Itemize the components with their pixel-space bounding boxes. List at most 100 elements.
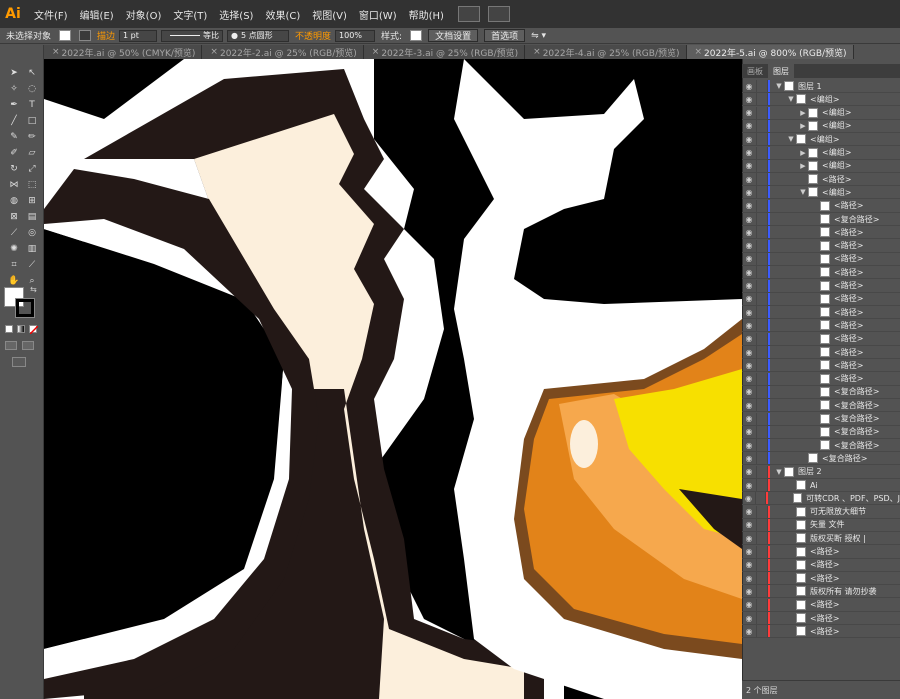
lock-toggle[interactable] xyxy=(756,505,768,518)
canvas-artboard[interactable] xyxy=(44,59,742,699)
layer-row[interactable]: ◉ ▼ <编组> xyxy=(742,93,900,107)
lock-toggle[interactable] xyxy=(756,558,768,571)
lock-toggle[interactable] xyxy=(756,572,768,585)
layer-row[interactable]: ◉ ▶ <编组> xyxy=(742,146,900,160)
visibility-eye-icon[interactable]: ◉ xyxy=(742,108,756,117)
layer-row[interactable]: ◉ <复合路径> xyxy=(742,412,900,426)
lock-toggle[interactable] xyxy=(756,239,768,252)
visibility-eye-icon[interactable]: ◉ xyxy=(742,427,756,436)
layer-row[interactable]: ◉ 版权所有 请勿抄袭 xyxy=(742,585,900,599)
change-screen-mode-icon[interactable] xyxy=(12,357,26,367)
rectangle-tool-icon[interactable]: □ xyxy=(24,115,40,127)
visibility-eye-icon[interactable]: ◉ xyxy=(742,121,756,130)
lasso-tool-icon[interactable]: ◌ xyxy=(24,83,40,95)
menu-select[interactable]: 选择(S) xyxy=(213,7,259,22)
lock-toggle[interactable] xyxy=(756,612,768,624)
visibility-eye-icon[interactable]: ◉ xyxy=(742,627,756,636)
menu-effect[interactable]: 效果(C) xyxy=(259,7,306,22)
visibility-eye-icon[interactable]: ◉ xyxy=(742,254,756,263)
blob-brush-tool-icon[interactable]: ✐ xyxy=(6,147,22,159)
layer-row[interactable]: ◉ <复合路径> xyxy=(742,439,900,453)
visibility-eye-icon[interactable]: ◉ xyxy=(742,241,756,250)
visibility-eye-icon[interactable]: ◉ xyxy=(742,374,756,383)
layer-row[interactable]: ◉ 可无限放大细节 xyxy=(742,505,900,519)
visibility-eye-icon[interactable]: ◉ xyxy=(742,175,756,184)
lock-toggle[interactable] xyxy=(756,266,768,279)
lock-toggle[interactable] xyxy=(756,359,768,372)
slice-tool-icon[interactable]: ⟋ xyxy=(24,259,40,271)
menu-type[interactable]: 文字(T) xyxy=(167,7,213,22)
paintbrush-tool-icon[interactable]: ✎ xyxy=(6,131,22,143)
lock-toggle[interactable] xyxy=(756,518,768,531)
free-transform-tool-icon[interactable]: ⬚ xyxy=(24,179,40,191)
layer-row[interactable]: ◉ <路径> xyxy=(742,279,900,293)
stroke-color-swatch[interactable] xyxy=(15,298,35,318)
scale-tool-icon[interactable]: ⤢ xyxy=(24,163,40,175)
eyedropper-tool-icon[interactable]: ⟋ xyxy=(6,227,22,239)
visibility-eye-icon[interactable]: ◉ xyxy=(742,507,756,516)
visibility-eye-icon[interactable]: ◉ xyxy=(742,387,756,396)
lock-toggle[interactable] xyxy=(756,199,768,212)
lock-toggle[interactable] xyxy=(756,146,768,159)
screen-mode-icon[interactable] xyxy=(22,341,34,350)
layer-row[interactable]: ◉ <路径> xyxy=(742,306,900,320)
selection-tool-icon[interactable]: ➤ xyxy=(6,67,22,79)
close-icon[interactable]: × xyxy=(52,47,60,57)
menu-object[interactable]: 对象(O) xyxy=(120,7,168,22)
visibility-eye-icon[interactable]: ◉ xyxy=(742,614,756,623)
hand-tool-icon[interactable]: ✋ xyxy=(6,275,22,287)
expand-triangle-icon[interactable]: ▼ xyxy=(774,82,784,90)
layer-row[interactable]: ◉ <路径> xyxy=(742,572,900,586)
collapse-triangle-icon[interactable]: ▶ xyxy=(798,109,808,117)
stroke-label[interactable]: 描边 xyxy=(97,29,115,42)
layer-row[interactable]: ◉ <路径> xyxy=(742,319,900,333)
column-graph-tool-icon[interactable]: ▥ xyxy=(24,243,40,255)
visibility-eye-icon[interactable]: ◉ xyxy=(742,334,756,343)
brush-dropdown[interactable]: ● 5 点圆形 xyxy=(227,29,290,42)
gradient-mode-icon[interactable] xyxy=(17,325,25,333)
visibility-eye-icon[interactable]: ◉ xyxy=(742,560,756,569)
lock-toggle[interactable] xyxy=(756,306,768,319)
visibility-eye-icon[interactable]: ◉ xyxy=(742,188,756,197)
menu-file[interactable]: 文件(F) xyxy=(28,7,74,22)
lock-toggle[interactable] xyxy=(756,385,768,398)
visibility-eye-icon[interactable]: ◉ xyxy=(742,161,756,170)
layer-row[interactable]: ◉ <复合路径> xyxy=(742,213,900,226)
menu-window[interactable]: 窗口(W) xyxy=(353,7,403,22)
eraser-tool-icon[interactable]: ▱ xyxy=(24,147,40,159)
layer-row[interactable]: ◉ ▼ <编组> xyxy=(742,133,900,147)
swap-colors-icon[interactable]: ⇆ xyxy=(30,285,37,294)
layer-row[interactable]: ◉ <路径> xyxy=(742,598,900,612)
visibility-eye-icon[interactable]: ◉ xyxy=(742,308,756,317)
symbol-sprayer-tool-icon[interactable]: ✺ xyxy=(6,243,22,255)
expand-triangle-icon[interactable]: ▼ xyxy=(774,468,784,476)
bridge-icon[interactable] xyxy=(457,6,480,22)
layer-row[interactable]: ◉ <路径> xyxy=(742,545,900,559)
visibility-eye-icon[interactable]: ◉ xyxy=(742,520,756,529)
collapse-triangle-icon[interactable]: ▶ xyxy=(798,162,808,170)
tab-doc-2[interactable]: × 2022年-2.ai @ 25% (RGB/预览) xyxy=(202,45,364,59)
layer-row[interactable]: ◉ <复合路径> xyxy=(742,385,900,399)
visibility-eye-icon[interactable]: ◉ xyxy=(742,321,756,330)
layer-row[interactable]: ◉ <路径> xyxy=(742,625,900,639)
lock-toggle[interactable] xyxy=(756,186,768,199)
tab-artboards[interactable]: 画板 xyxy=(742,64,768,78)
lock-toggle[interactable] xyxy=(756,332,768,345)
mesh-tool-icon[interactable]: ⊠ xyxy=(6,211,22,223)
visibility-eye-icon[interactable]: ◉ xyxy=(742,414,756,423)
close-icon[interactable]: × xyxy=(533,47,541,57)
lock-toggle[interactable] xyxy=(756,545,768,558)
visibility-eye-icon[interactable]: ◉ xyxy=(742,534,756,543)
visibility-eye-icon[interactable]: ◉ xyxy=(742,215,756,224)
lock-toggle[interactable] xyxy=(756,412,768,425)
lock-toggle[interactable] xyxy=(756,93,768,106)
layer-row[interactable]: ◉ <复合路径> xyxy=(742,399,900,413)
width-tool-icon[interactable]: ⋈ xyxy=(6,179,22,191)
close-icon[interactable]: × xyxy=(210,47,218,57)
lock-toggle[interactable] xyxy=(756,159,768,172)
lock-toggle[interactable] xyxy=(756,119,768,132)
visibility-eye-icon[interactable]: ◉ xyxy=(742,228,756,237)
lock-toggle[interactable] xyxy=(756,532,768,545)
layer-row[interactable]: ◉ <路径> xyxy=(742,332,900,346)
gradient-tool-icon[interactable]: ▤ xyxy=(24,211,40,223)
